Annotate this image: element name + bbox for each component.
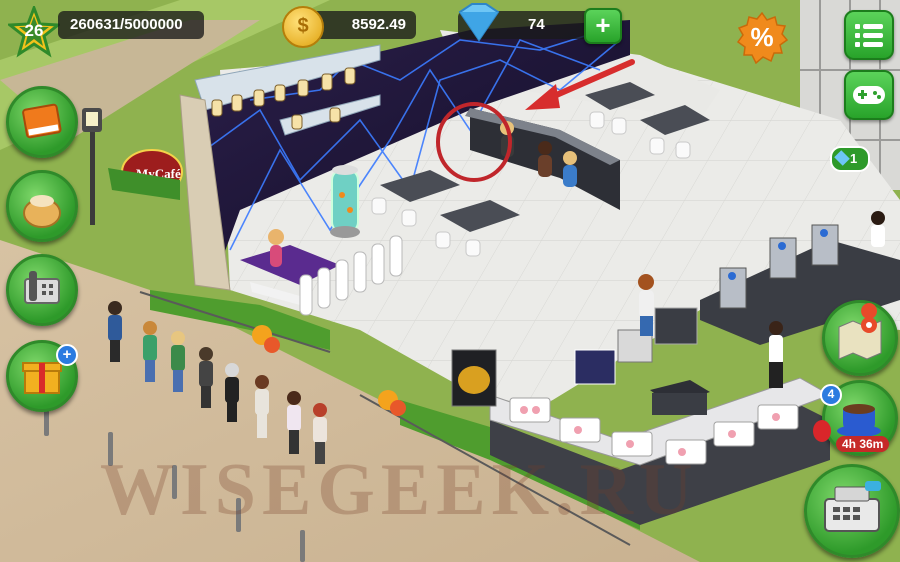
games-button[interactable] [844, 70, 894, 120]
aquarium [330, 165, 360, 238]
gift-plus-badge: + [56, 344, 78, 366]
add-gems-button[interactable]: + [584, 8, 622, 44]
phone-orders-button[interactable] [6, 254, 78, 326]
order-count-badge: 4 [820, 384, 842, 406]
balloon-icon [813, 420, 831, 442]
gem-small-icon [834, 150, 850, 166]
cash-register-icon [824, 481, 881, 532]
coin-icon: $ [282, 6, 324, 48]
quest-bubble[interactable]: 1 [830, 146, 870, 172]
waiter[interactable] [769, 321, 783, 388]
xp-text: 260631/5000000 [70, 16, 183, 33]
gamepad-icon [853, 86, 885, 104]
gems-value: 74 [528, 16, 545, 33]
level-star[interactable]: 26 [5, 3, 63, 58]
book-icon [22, 103, 62, 139]
ingredients-button[interactable] [6, 170, 78, 242]
phone-icon [24, 271, 60, 304]
sale-button[interactable]: % [736, 11, 789, 65]
order-timer: 4h 36m [836, 436, 890, 452]
level-number: 26 [24, 21, 44, 40]
map-icon [838, 303, 882, 360]
coins-value: 8592.49 [351, 16, 406, 33]
gem-icon [458, 3, 500, 42]
map-button[interactable] [822, 300, 898, 376]
cash-register-button[interactable] [804, 464, 900, 558]
quest-count: 1 [850, 151, 858, 166]
oven[interactable] [451, 349, 497, 407]
sale-label: % [750, 22, 774, 52]
recipes-book-button[interactable] [6, 86, 78, 158]
watermark: WISEGEEK.RU [100, 449, 699, 531]
xp-bar: 260631/5000000 [58, 11, 204, 39]
list-icon [855, 24, 883, 47]
barista [871, 211, 885, 247]
menu-button[interactable] [844, 10, 894, 60]
flour-sack-icon [23, 195, 61, 228]
guest-standing [638, 274, 654, 336]
